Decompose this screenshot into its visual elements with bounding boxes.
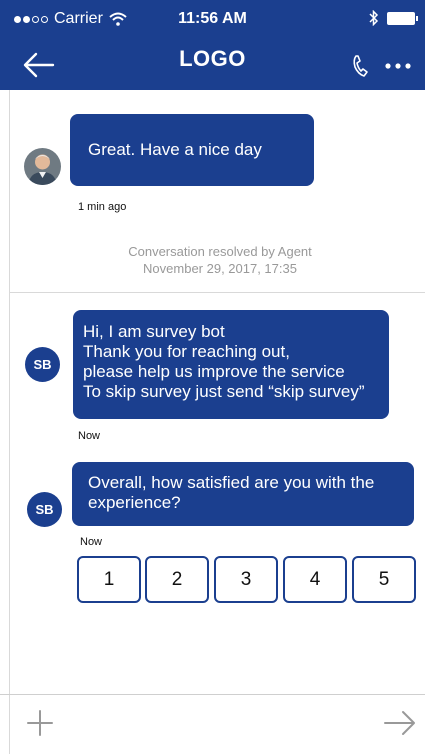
status-bar-right (369, 10, 418, 26)
input-bar-divider (0, 694, 425, 695)
bot-message-bubble: Hi, I am survey bot Thank you for reachi… (73, 310, 389, 419)
rating-button-5[interactable]: 5 (352, 556, 416, 603)
battery-icon (387, 11, 418, 25)
rating-button-4[interactable]: 4 (283, 556, 347, 603)
bluetooth-icon (369, 10, 379, 26)
rating-button-3[interactable]: 3 (214, 556, 278, 603)
agent-message-bubble: Great. Have a nice day (70, 114, 314, 186)
bot-avatar: SB (27, 492, 62, 527)
plus-icon (27, 710, 53, 736)
more-icon (385, 63, 411, 69)
agent-avatar (24, 148, 61, 185)
bot-avatar: SB (25, 347, 60, 382)
section-divider (9, 292, 425, 293)
bot-message-line: please help us improve the service (83, 362, 345, 381)
agent-photo-icon (24, 148, 61, 185)
system-notice: Conversation resolved by Agent November … (0, 243, 425, 277)
left-border (9, 90, 10, 754)
send-button[interactable] (383, 709, 417, 737)
survey-question-line: Overall, how satisfied are you with the (88, 473, 375, 492)
survey-question-time: Now (80, 536, 103, 548)
status-bar: Carrier 11:56 AM (0, 0, 425, 40)
agent-message-text: Great. Have a nice day (88, 140, 262, 159)
bot-message-time: Now (78, 430, 101, 442)
chat-screen: Carrier 11:56 AM LOGO Great. Have a nice… (0, 0, 425, 754)
arrow-right-icon (384, 711, 415, 735)
system-notice-text: Conversation resolved by Agent (128, 244, 312, 259)
bot-message-line: Thank you for reaching out, (83, 342, 290, 361)
app-header: Carrier 11:56 AM LOGO (0, 0, 425, 90)
call-button[interactable] (351, 52, 373, 78)
survey-question-bubble: Overall, how satisfied are you with the … (72, 462, 414, 526)
add-attachment-button[interactable] (26, 709, 54, 737)
nav-bar: LOGO (0, 40, 425, 90)
agent-message-time: 1 min ago (78, 201, 127, 213)
rating-button-2[interactable]: 2 (145, 556, 209, 603)
bot-message-line: Hi, I am survey bot (83, 322, 225, 341)
rating-button-1[interactable]: 1 (77, 556, 141, 603)
survey-question-line: experience? (88, 493, 181, 512)
system-notice-date: November 29, 2017, 17:35 (143, 261, 297, 276)
bot-message-line: To skip survey just send “skip survey” (83, 382, 365, 401)
more-options-button[interactable] (383, 52, 415, 78)
phone-icon (353, 55, 368, 77)
status-time: 11:56 AM (178, 10, 247, 27)
